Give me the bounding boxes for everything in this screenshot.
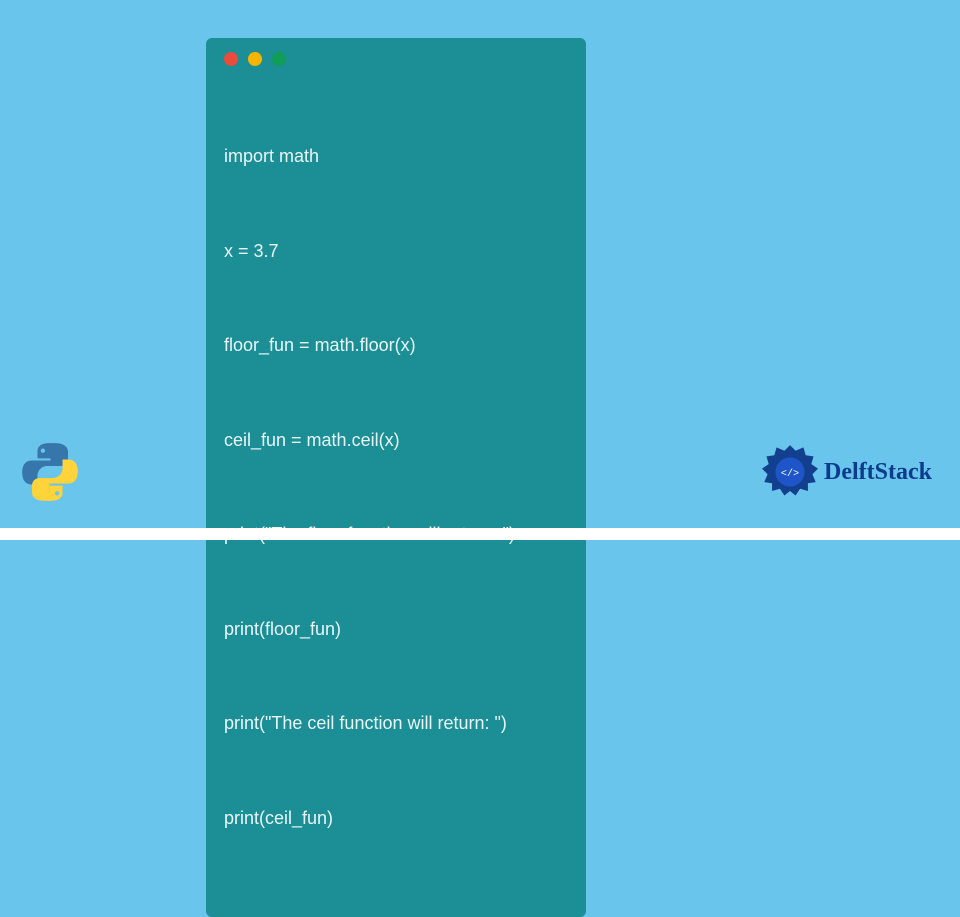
- code-line: print(floor_fun): [224, 614, 568, 646]
- brand-name: DelftStack: [824, 459, 932, 486]
- code-line: print("The ceil function will return: "): [224, 708, 568, 740]
- close-icon: [224, 52, 238, 66]
- code-line: ceil_fun = math.ceil(x): [224, 425, 568, 457]
- maximize-icon: [272, 52, 286, 66]
- svg-text:</>: </>: [781, 468, 799, 480]
- window-controls: [224, 52, 568, 66]
- code-line: print(ceil_fun): [224, 803, 568, 835]
- code-line: x = 3.7: [224, 236, 568, 268]
- code-block: import math x = 3.7 floor_fun = math.flo…: [224, 78, 568, 897]
- python-logo-icon: [20, 442, 80, 502]
- minimize-icon: [248, 52, 262, 66]
- code-line: floor_fun = math.floor(x): [224, 330, 568, 362]
- brand: </> DelftStack: [762, 444, 932, 500]
- delft-badge-icon: </>: [762, 444, 818, 500]
- code-line: import math: [224, 141, 568, 173]
- footer-strip: [0, 528, 960, 540]
- code-window: import math x = 3.7 floor_fun = math.flo…: [206, 38, 586, 917]
